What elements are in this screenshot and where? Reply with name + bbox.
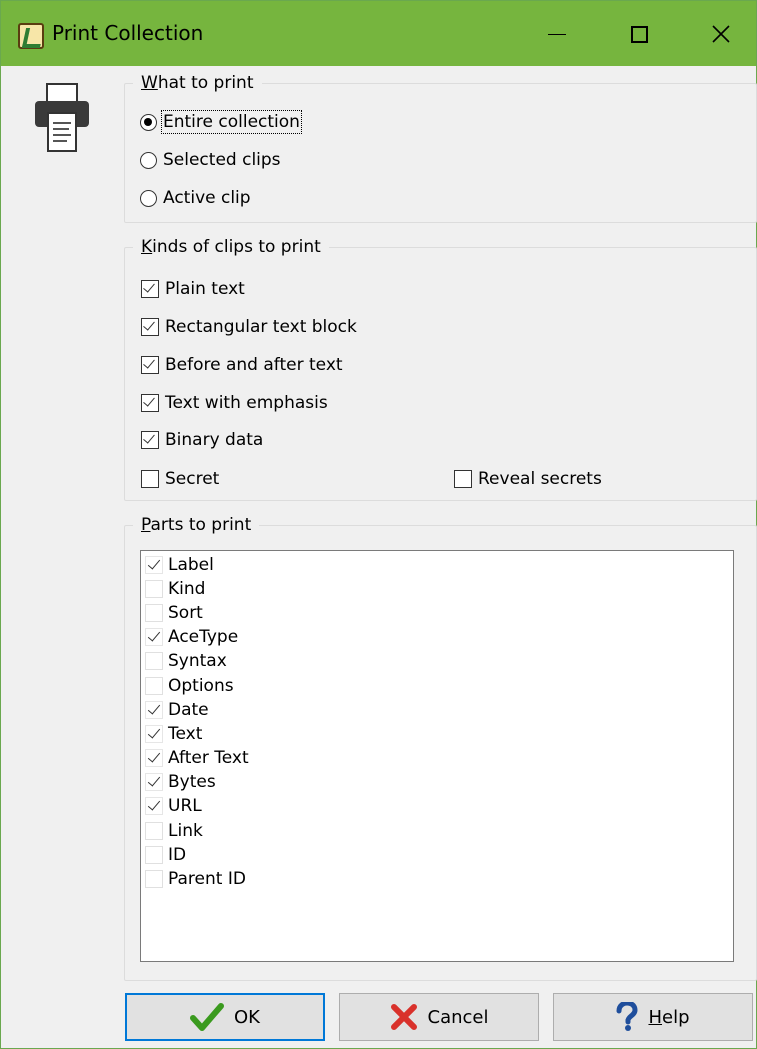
checkbox-reveal-secrets[interactable]: Reveal secrets xyxy=(454,467,602,491)
maximize-icon xyxy=(630,25,648,43)
list-item[interactable]: Sort xyxy=(145,601,203,625)
list-item-label: Parent ID xyxy=(168,869,246,889)
close-button[interactable] xyxy=(686,1,756,66)
checkbox[interactable] xyxy=(141,470,159,488)
list-item-label: AceType xyxy=(168,627,239,647)
checkbox-secret[interactable]: Secret xyxy=(141,467,219,491)
list-item[interactable]: URL xyxy=(145,794,202,818)
title-bar[interactable]: Print Collection xyxy=(1,1,756,66)
checkbox[interactable] xyxy=(145,604,163,622)
list-item[interactable]: Date xyxy=(145,698,209,722)
checkbox[interactable] xyxy=(145,749,163,767)
ok-button[interactable]: OK xyxy=(125,993,325,1041)
what-to-print-legend: What to print xyxy=(141,73,254,93)
help-button[interactable]: Help xyxy=(553,993,753,1041)
checkbox[interactable] xyxy=(141,280,159,298)
radio-button[interactable] xyxy=(140,151,157,169)
list-item-label: ID xyxy=(168,845,187,865)
ok-label: OK xyxy=(234,1006,260,1028)
checkbox[interactable] xyxy=(145,773,163,791)
cancel-button[interactable]: Cancel xyxy=(339,993,539,1041)
list-item-label: After Text xyxy=(168,748,249,768)
question-mark-icon xyxy=(616,1002,638,1031)
checkbox-before-after-text[interactable]: Before and after text xyxy=(141,353,343,377)
list-item-label: Options xyxy=(168,676,234,696)
radio-button[interactable] xyxy=(140,189,157,207)
print-collection-dialog: Print Collection What to print Entire co… xyxy=(0,0,757,1049)
checkbox-plain-text[interactable]: Plain text xyxy=(141,277,245,301)
help-label: Help xyxy=(648,1006,690,1028)
red-x-icon xyxy=(390,1004,417,1030)
maximize-button[interactable] xyxy=(604,1,674,66)
checkbox[interactable] xyxy=(145,556,163,574)
parts-legend: Parts to print xyxy=(141,515,252,535)
checkbox[interactable] xyxy=(145,870,163,888)
radio-label: Entire collection xyxy=(161,110,302,134)
list-item-label: Syntax xyxy=(168,651,227,671)
list-item[interactable]: Kind xyxy=(145,577,205,601)
checkbox[interactable] xyxy=(454,470,472,488)
checkbox[interactable] xyxy=(145,725,163,743)
checkbox[interactable] xyxy=(145,701,163,719)
radio-button[interactable] xyxy=(140,113,157,131)
list-item[interactable]: After Text xyxy=(145,746,249,770)
list-item[interactable]: Text xyxy=(145,722,202,746)
parts-checklist[interactable]: Label Kind Sort AceType Syntax Options D… xyxy=(140,550,734,962)
list-item[interactable]: Parent ID xyxy=(145,867,246,891)
checkbox-label: Rectangular text block xyxy=(165,317,357,337)
minimize-button[interactable] xyxy=(522,1,592,66)
list-item-label: Link xyxy=(168,821,203,841)
minimize-icon xyxy=(548,33,566,35)
list-item[interactable]: Options xyxy=(145,674,234,698)
checkbox-rectangular-text-block[interactable]: Rectangular text block xyxy=(141,315,357,339)
checkbox[interactable] xyxy=(141,318,159,336)
list-item[interactable]: Label xyxy=(145,553,214,577)
checkbox[interactable] xyxy=(141,356,159,374)
checkbox-label: Text with emphasis xyxy=(165,393,328,413)
radio-entire-collection[interactable]: Entire collection xyxy=(140,110,302,134)
list-item-label: Date xyxy=(168,700,209,720)
cancel-label: Cancel xyxy=(427,1006,489,1028)
checkbox[interactable] xyxy=(141,431,159,449)
checkbox-label: Reveal secrets xyxy=(478,469,602,489)
checkbox[interactable] xyxy=(145,822,163,840)
checkbox[interactable] xyxy=(145,677,163,695)
list-item[interactable]: Link xyxy=(145,819,203,843)
checkbox-label: Secret xyxy=(165,469,220,489)
list-item[interactable]: AceType xyxy=(145,625,238,649)
radio-selected-clips[interactable]: Selected clips xyxy=(140,148,281,172)
list-item-label: Kind xyxy=(168,579,206,599)
checkbox[interactable] xyxy=(145,797,163,815)
checkbox-label: Before and after text xyxy=(165,355,343,375)
window-title: Print Collection xyxy=(52,21,204,45)
checkbox-text-with-emphasis[interactable]: Text with emphasis xyxy=(141,391,328,415)
list-item[interactable]: Bytes xyxy=(145,770,216,794)
close-icon xyxy=(712,25,730,43)
radio-label: Selected clips xyxy=(163,150,281,170)
list-item-label: Text xyxy=(168,724,203,744)
checkbox[interactable] xyxy=(145,652,163,670)
list-item-label: Sort xyxy=(168,603,203,623)
kinds-legend: Kinds of clips to print xyxy=(141,237,321,257)
checkbox[interactable] xyxy=(141,394,159,412)
checkbox-label: Plain text xyxy=(165,279,245,299)
checkbox-label: Binary data xyxy=(165,430,264,450)
list-item-label: Bytes xyxy=(168,772,216,792)
checkbox[interactable] xyxy=(145,846,163,864)
checkbox-binary-data[interactable]: Binary data xyxy=(141,428,263,452)
list-item-label: URL xyxy=(168,796,202,816)
list-item-label: Label xyxy=(168,555,214,575)
radio-active-clip[interactable]: Active clip xyxy=(140,186,251,210)
checkbox[interactable] xyxy=(145,628,163,646)
green-check-icon xyxy=(190,1003,224,1031)
checkbox[interactable] xyxy=(145,580,163,598)
printer-icon xyxy=(35,83,89,152)
app-icon xyxy=(18,23,44,49)
list-item[interactable]: ID xyxy=(145,843,186,867)
radio-label: Active clip xyxy=(163,188,251,208)
list-item[interactable]: Syntax xyxy=(145,649,227,673)
